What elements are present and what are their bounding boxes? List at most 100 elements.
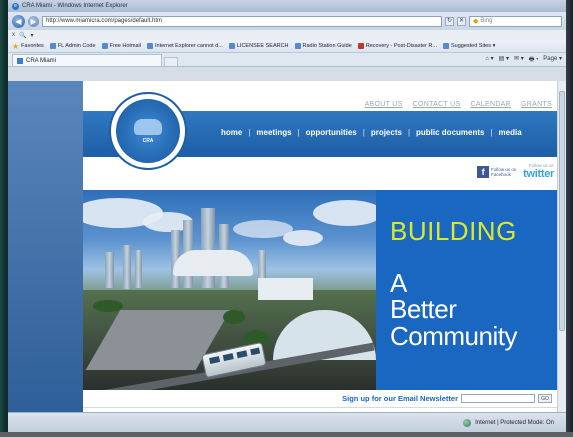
cra-website: ABOUT US CONTACT US CALENDAR GRANTS home… <box>83 81 558 412</box>
newsletter-label: Sign up for our Email Newsletter <box>342 393 458 403</box>
nav-media[interactable]: media <box>499 128 522 137</box>
favorites-bar: ★ Favorites FL Admin Code Free Hotmail I… <box>8 40 566 53</box>
forward-button[interactable]: ▶ <box>28 15 39 27</box>
logo-emblem: CRA <box>116 99 180 163</box>
hero-banner: BUILDING A Better Community <box>83 190 558 390</box>
slogan-line-a: A <box>390 268 408 298</box>
menu-close[interactable]: x <box>12 32 15 38</box>
page-icon <box>101 43 108 49</box>
scrollbar-thumb[interactable] <box>559 91 565 331</box>
newsletter-go-button[interactable]: GO <box>538 393 552 403</box>
city-skyline-photo <box>83 190 376 390</box>
favorite-item[interactable]: LICENSEE SEARCH <box>228 43 289 49</box>
newsletter-email-input[interactable] <box>461 393 535 403</box>
nav-separator: | <box>362 128 365 137</box>
search-placeholder: Bing <box>480 17 493 24</box>
slogan-line-better: Better <box>390 294 457 324</box>
print-button[interactable]: 🖶 ▾ <box>529 55 539 65</box>
page-icon <box>294 43 301 49</box>
page-icon <box>147 43 153 49</box>
favorite-label: Radio Station Guide <box>302 43 352 49</box>
search-input[interactable]: ◆ Bing <box>469 15 562 27</box>
back-button[interactable]: ◀ <box>12 14 25 28</box>
window-title: CRA Miami - Windows Internet Explorer <box>22 3 128 9</box>
arena-building <box>173 250 253 276</box>
menu-dropdown-icon[interactable]: ▾ <box>30 32 33 39</box>
vertical-scrollbar[interactable] <box>557 81 566 412</box>
favorite-label: Free Hotmail <box>109 43 141 49</box>
facebook-link[interactable]: f Follow us on Facebook <box>477 165 517 178</box>
address-row: ◀ ▶ http://www.miamicra.com/pages/defaul… <box>8 12 566 30</box>
building <box>258 278 313 300</box>
tab-row: CRA Miami ⌂ ▾ ▤ ▾ ✉ ▾ 🖶 ▾ Page ▾ <box>8 53 566 67</box>
calendar-link[interactable]: CALENDAR <box>470 101 511 108</box>
tower <box>105 252 114 288</box>
browser-window: e CRA Miami - Windows Internet Explorer … <box>8 0 566 432</box>
stop-icon[interactable]: ✕ <box>457 16 466 26</box>
tab-cra-miami[interactable]: CRA Miami <box>12 54 162 66</box>
slogan-headline: BUILDING <box>390 216 517 246</box>
page-menu-button[interactable]: Page ▾ <box>543 55 562 65</box>
slogan-line-community: Community <box>390 321 517 351</box>
menu-search-icon[interactable]: 🔍 <box>19 32 26 39</box>
security-zone-text: Internet | Protected Mode: On <box>475 419 554 426</box>
feeds-button[interactable]: ▤ ▾ <box>499 55 509 65</box>
command-bar: ⌂ ▾ ▤ ▾ ✉ ▾ 🖶 ▾ Page ▾ <box>485 55 562 65</box>
logo-abbr: CRA <box>142 137 154 144</box>
desk-edge <box>0 432 573 437</box>
favorites-star-icon: ★ <box>12 41 20 51</box>
page-icon <box>17 57 23 64</box>
nav-projects[interactable]: projects <box>371 128 402 137</box>
ie-logo-icon: e <box>12 2 19 10</box>
page-icon <box>49 43 56 49</box>
favorite-item[interactable]: Recovery - Post-Disaster R... <box>357 43 437 49</box>
tree <box>93 300 123 312</box>
top-links: ABOUT US CONTACT US CALENDAR GRANTS <box>365 101 552 108</box>
nav-opportunities[interactable]: opportunities <box>306 128 357 137</box>
favorite-item[interactable]: FL Admin Code <box>49 43 96 49</box>
address-input[interactable]: http://www.miamicra.com/pages/default.ht… <box>42 15 442 27</box>
tab-label: CRA Miami <box>26 57 57 64</box>
favorite-item[interactable]: Internet Explorer cannot d... <box>147 43 223 49</box>
cra-logo[interactable]: MIAMI COMMUNITY REDEVELOPMENT AGENCY CRA <box>109 92 187 170</box>
bing-icon: ◆ <box>473 17 479 25</box>
about-us-link[interactable]: ABOUT US <box>365 101 403 108</box>
social-links: f Follow us on Facebook Follow us on twi… <box>477 163 554 180</box>
page-icon <box>357 43 364 49</box>
favorite-item[interactable]: Free Hotmail <box>101 43 141 49</box>
refresh-icon[interactable]: ↻ <box>445 16 454 26</box>
contact-us-link[interactable]: CONTACT US <box>413 101 461 108</box>
newsletter-signup: Sign up for our Email Newsletter GO <box>83 391 558 405</box>
new-tab-button[interactable] <box>164 57 178 66</box>
favorite-label: FL Admin Code <box>57 43 96 49</box>
tree <box>223 310 245 324</box>
internet-zone-icon <box>463 418 472 427</box>
train-window <box>222 353 234 362</box>
facebook-icon: f <box>477 165 490 178</box>
twitter-link[interactable]: Follow us on twitter <box>523 163 554 180</box>
favorite-item[interactable]: Suggested Sites ▾ <box>442 43 495 49</box>
nav-public-documents[interactable]: public documents <box>416 128 484 137</box>
nav-home[interactable]: home <box>221 128 242 137</box>
page-icon <box>228 43 235 49</box>
mail-button[interactable]: ✉ ▾ <box>514 55 524 65</box>
favorites-button[interactable]: ★ Favorites <box>12 42 44 51</box>
favorite-item[interactable]: Radio Station Guide <box>294 43 352 49</box>
status-bar: Internet | Protected Mode: On <box>8 412 566 432</box>
facebook-text: Follow us on Facebook <box>491 166 517 177</box>
nav-meetings[interactable]: meetings <box>256 128 291 137</box>
home-button[interactable]: ⌂ ▾ <box>485 55 493 65</box>
menu-row: x 🔍 ▾ <box>8 30 566 40</box>
nav-separator: | <box>407 128 411 137</box>
train-window <box>236 350 248 359</box>
tower <box>135 250 142 288</box>
grants-link[interactable]: GRANTS <box>521 101 552 108</box>
cloud <box>283 230 323 246</box>
tower <box>123 245 131 289</box>
favorite-label: Recovery - Post-Disaster R... <box>365 43 437 49</box>
train-window <box>250 347 261 356</box>
cloud <box>313 200 376 226</box>
favorite-label: LICENSEE SEARCH <box>236 43 289 49</box>
favorite-label: Internet Explorer cannot d... <box>155 43 223 49</box>
train-window <box>209 356 221 365</box>
